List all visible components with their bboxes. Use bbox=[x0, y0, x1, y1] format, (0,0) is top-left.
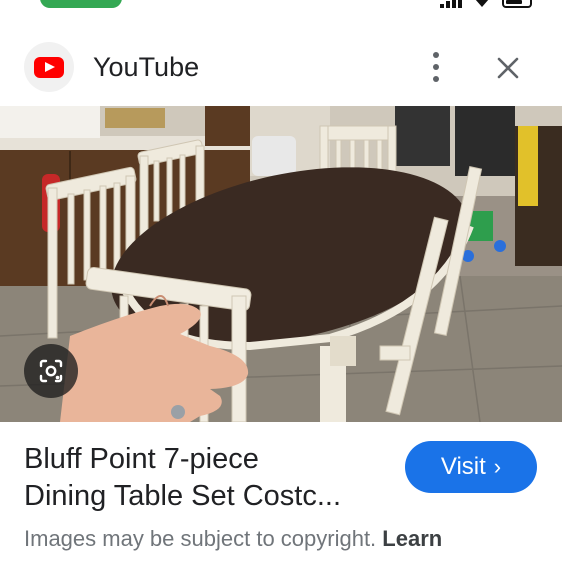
more-vert-icon[interactable] bbox=[424, 52, 448, 82]
source-header: YouTube bbox=[0, 40, 562, 96]
lens-button[interactable] bbox=[24, 344, 78, 398]
result-image[interactable] bbox=[0, 106, 562, 422]
close-icon[interactable] bbox=[494, 54, 522, 82]
dining-table-photo bbox=[0, 106, 562, 422]
result-title-line2: Dining Table Set Costc... bbox=[24, 480, 342, 512]
chevron-right-icon: › bbox=[493, 454, 502, 479]
lens-icon bbox=[39, 359, 63, 383]
copyright-text: Images may be subject to copyright. bbox=[24, 526, 377, 551]
learn-more-link[interactable]: Learn bbox=[382, 526, 442, 551]
source-logo[interactable] bbox=[24, 42, 74, 92]
wifi-icon bbox=[475, 0, 489, 7]
copyright-notice: Images may be subject to copyright. Lear… bbox=[24, 526, 442, 552]
result-title-line1: Bluff Point 7-piece bbox=[24, 443, 259, 475]
youtube-logo-icon bbox=[34, 56, 64, 78]
status-bar bbox=[0, 0, 562, 14]
call-indicator-pill bbox=[40, 0, 122, 8]
signal-icon bbox=[440, 0, 462, 8]
visit-button[interactable]: Visit › bbox=[405, 441, 537, 493]
result-title[interactable]: Bluff Point 7-piece Dining Table Set Cos… bbox=[24, 441, 394, 515]
source-name[interactable]: YouTube bbox=[93, 52, 199, 83]
visit-label: Visit bbox=[440, 453, 486, 480]
status-icons bbox=[440, 0, 532, 8]
battery-icon bbox=[502, 0, 532, 8]
